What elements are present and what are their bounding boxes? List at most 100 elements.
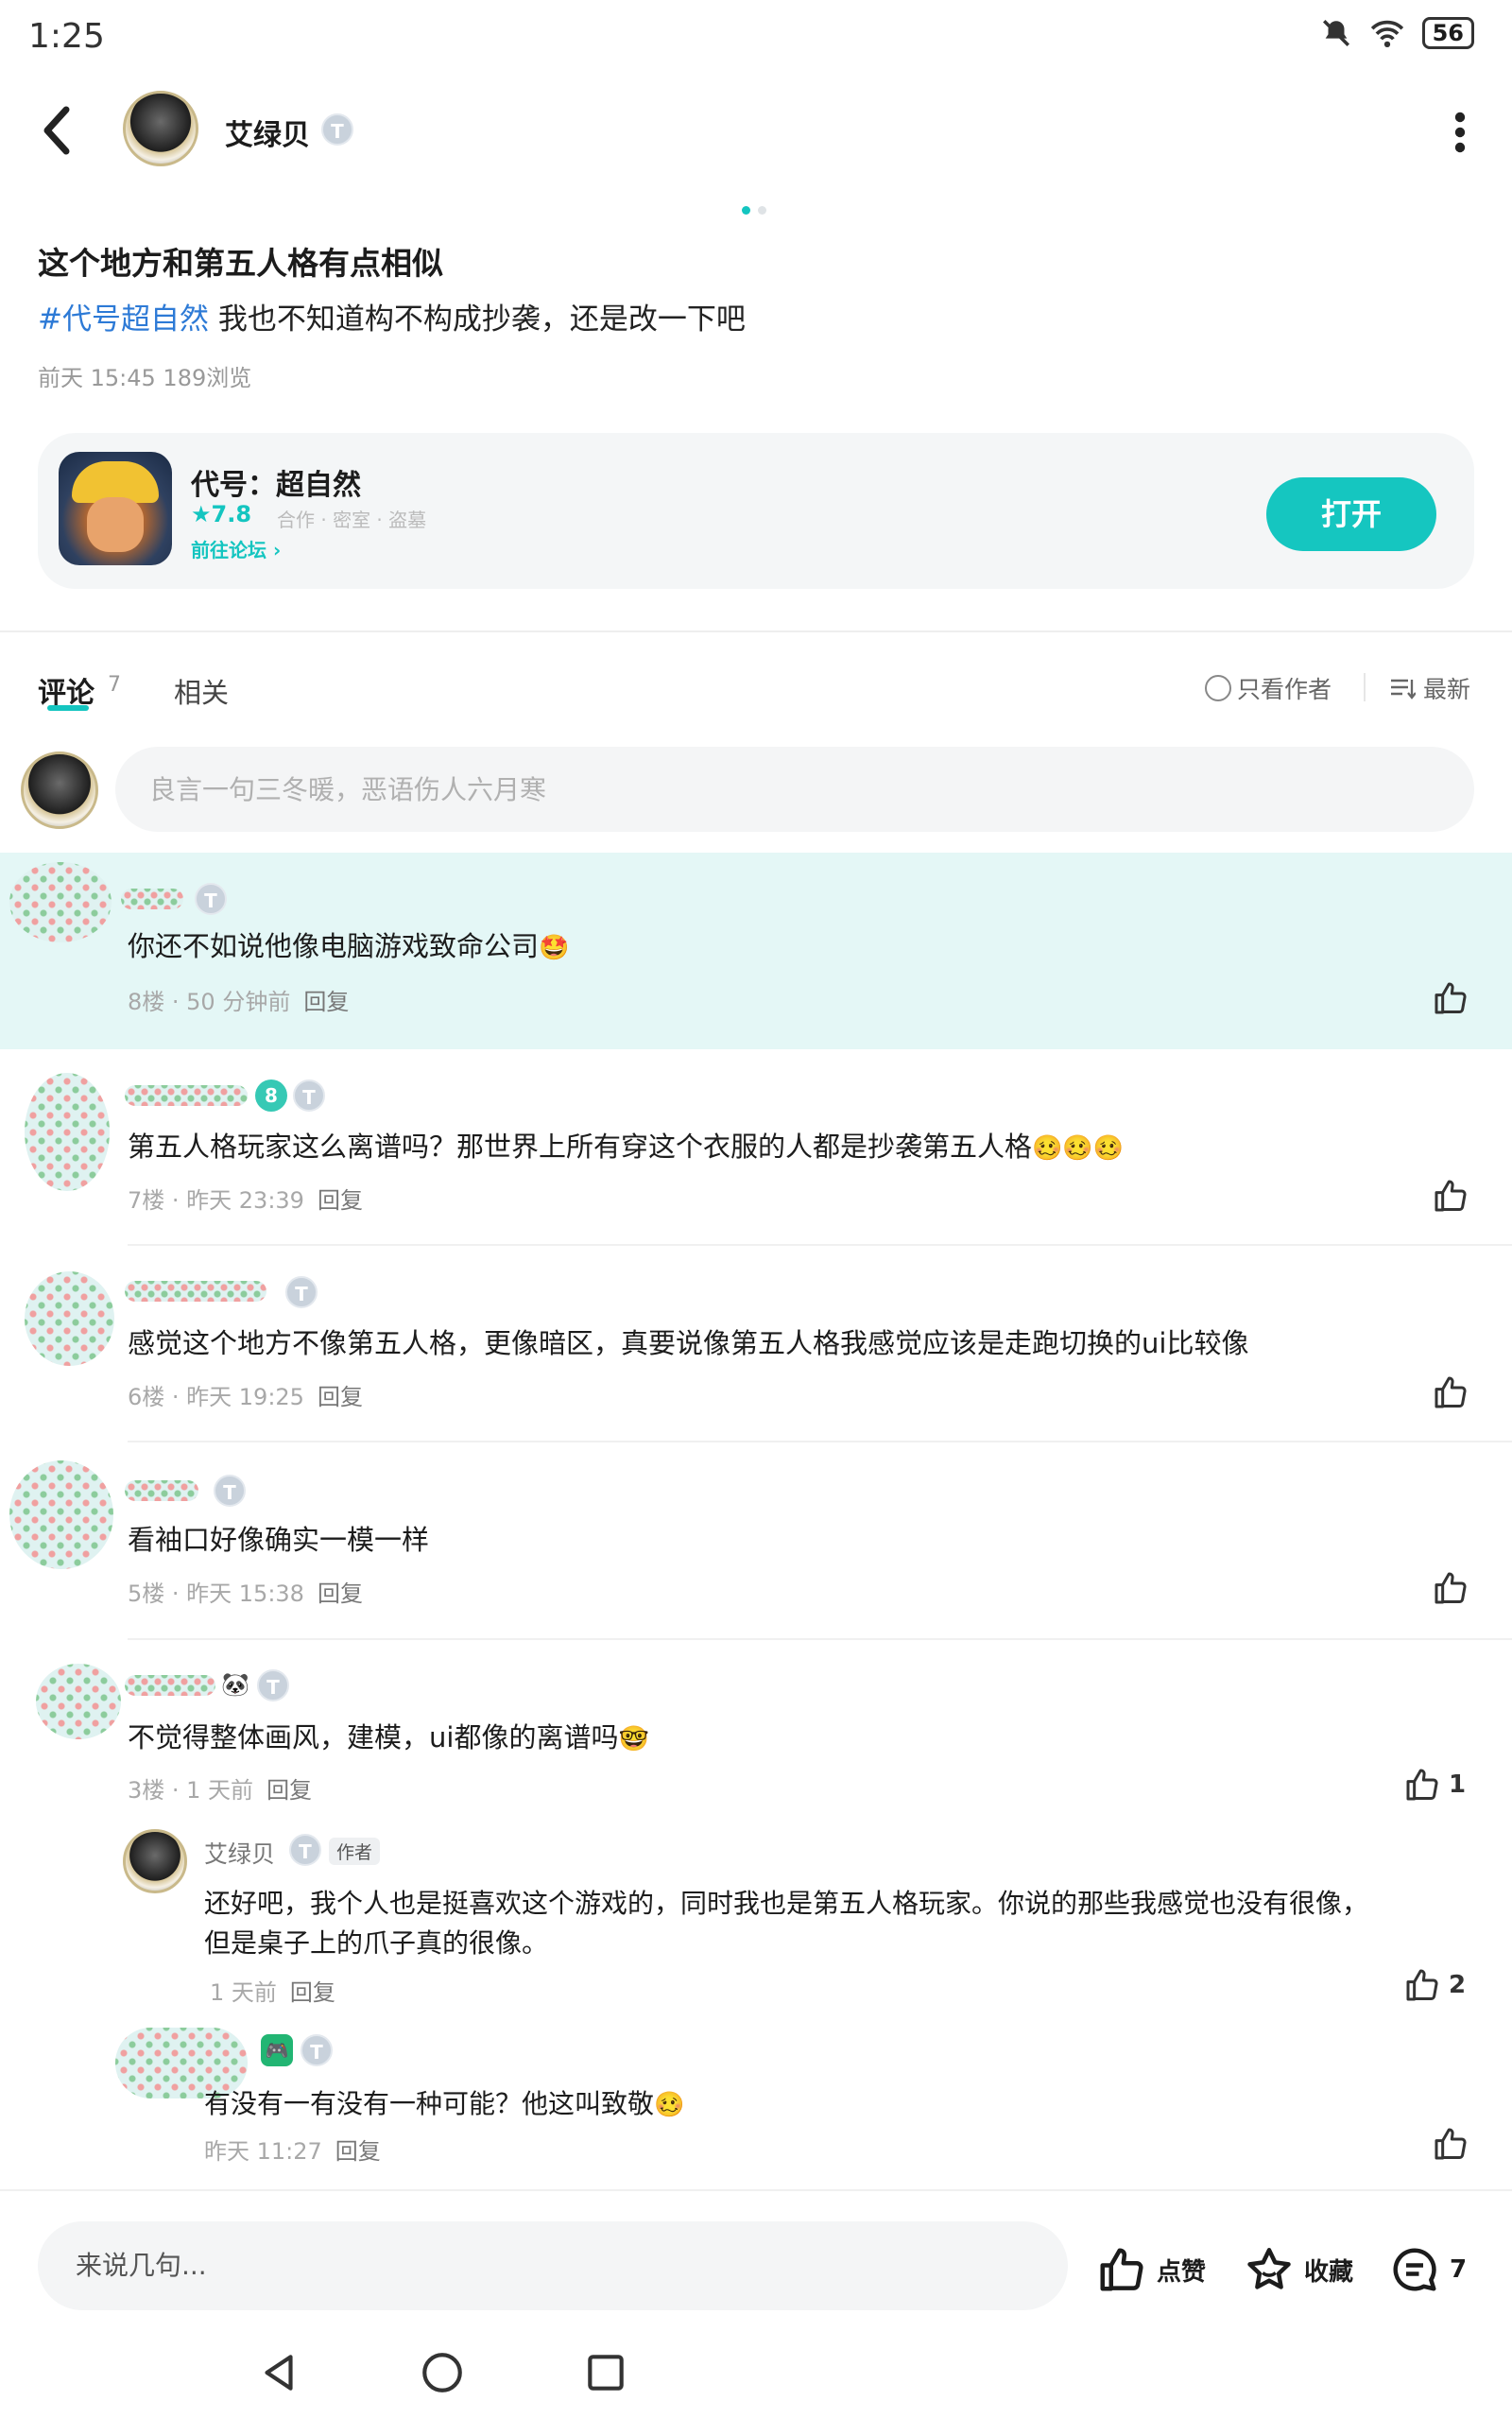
thumbs-up-icon [1435,1572,1467,1604]
post-title: 这个地方和第五人格有点相似 [38,245,443,282]
more-button[interactable] [1446,112,1474,153]
game-controller-icon: 🎮 [261,2034,293,2066]
emoji-badge-icon: 🐼 [221,1671,249,1698]
status-time: 1:25 [28,17,105,56]
post-meta: 前天 15:45 189浏览 [38,365,252,391]
chat-bubble-icon [1393,2248,1436,2291]
comment-username[interactable] [125,1480,198,1501]
comment-username[interactable] [125,1085,248,1106]
thumbs-up-icon [1435,2128,1467,2160]
author-avatar[interactable] [123,91,198,166]
like-button[interactable]: 2 [1403,1966,1466,2004]
game-tags: 合作 · 密室 · 盗墓 [277,509,427,531]
like-button[interactable] [1432,1177,1477,1215]
like-count: 2 [1449,1971,1467,1999]
only-author-toggle[interactable]: 只看作者 [1205,671,1332,705]
comment-avatar[interactable] [36,1664,121,1739]
thumbs-up-icon [1435,1376,1467,1408]
level-badge: T [321,113,353,146]
reply-button[interactable]: 回复 [303,989,349,1015]
reply-button[interactable]: 回复 [318,1580,363,1607]
comment-count: 7 [1450,2255,1468,2284]
game-icon[interactable] [59,452,172,565]
comment-input[interactable] [115,747,1474,832]
author-name[interactable]: 艾绿贝 [225,112,310,153]
circle-home-icon [422,2353,462,2392]
reply-button[interactable]: 回复 [318,1187,363,1214]
game-name: 代号：超自然 [191,469,361,502]
back-button[interactable] [38,102,85,159]
comment-avatar[interactable] [25,1073,110,1191]
wifi-icon [1370,20,1403,48]
level-badge: T [214,1475,246,1507]
mute-bell-icon [1322,19,1349,47]
like-post-button[interactable]: 点赞 [1096,2244,1206,2295]
status-icons: 56 [1320,17,1474,49]
like-button[interactable] [1432,1569,1477,1607]
chevron-left-icon [43,106,70,155]
comment-avatar[interactable] [25,1271,114,1366]
comment-text: 看袖口好像确实一模一样 [128,1524,430,1556]
like-button[interactable] [1432,1373,1477,1411]
reply-username[interactable]: 艾绿贝 [204,1836,275,1870]
comment-text: 不觉得整体画风，建模，ui都像的离谱吗🤓 [128,1721,649,1753]
open-game-button[interactable]: 打开 [1266,477,1436,551]
radio-icon [1205,675,1231,701]
comment-username[interactable] [121,889,183,909]
sort-button[interactable]: 最新 [1389,671,1470,705]
comment-meta: 6楼 · 昨天 19:25 回复 [128,1384,363,1410]
reply-button[interactable]: 回复 [266,1777,312,1804]
game-card[interactable] [38,433,1474,589]
nav-recents-button[interactable] [582,2349,629,2396]
reply-button[interactable]: 回复 [335,2138,381,2165]
bottom-comment-input[interactable]: 来说几句... [38,2221,1068,2310]
battery-indicator: 56 [1421,17,1474,49]
thumbs-up-icon [1435,982,1467,1014]
comment-avatar[interactable] [9,862,112,942]
comment-meta: 5楼 · 昨天 15:38 回复 [128,1580,363,1607]
thumbs-up-icon [1435,1180,1467,1212]
like-button[interactable] [1432,979,1477,1017]
reply-avatar[interactable] [123,1829,187,1893]
comment-username[interactable] [125,1281,266,1302]
author-tag: 作者 [329,1838,381,1865]
tab-related[interactable]: 相关 [174,671,229,711]
row-divider [128,1244,1512,1246]
thumbs-up-icon [1406,1969,1438,2001]
like-button[interactable] [1432,2125,1477,2163]
comment-text: 感觉这个地方不像第五人格，更像暗区，真要说像第五人格我感觉应该是走跑切换的ui比… [128,1327,1249,1359]
forum-link[interactable]: 前往论坛 › [191,535,281,562]
thumbs-up-icon [1100,2248,1143,2291]
comment-meta: 8楼 · 50 分钟前 回复 [128,989,350,1015]
sort-label: 最新 [1422,676,1470,703]
my-avatar [21,751,98,829]
star-icon [1247,2248,1291,2289]
comment-avatar[interactable] [9,1460,113,1569]
section-divider [0,630,1512,632]
favorite-button[interactable]: 收藏 [1244,2244,1353,2295]
comment-text: 第五人格玩家这么离谱吗？那世界上所有穿这个衣服的人都是抄袭第五人格🥴🥴🥴 [128,1131,1125,1163]
more-vertical-icon [1454,112,1466,153]
comments-count: 7 [108,673,121,697]
reply-meta: 1 天前 回复 [210,1979,335,2006]
fan-badge: 8 [255,1079,287,1112]
reply-button[interactable]: 回复 [318,1384,363,1410]
nav-back-button[interactable] [255,2349,302,2396]
hashtag-link[interactable]: #代号超自然 [38,302,209,337]
level-badge: T [195,883,227,915]
level-badge: T [285,1276,318,1308]
comment-username[interactable] [125,1675,215,1696]
level-badge: T [289,1834,321,1866]
sort-list-icon [1391,679,1417,699]
row-divider [128,1638,1512,1640]
reply-text-line2: 但是桌子上的爪子真的很像。 [204,1927,549,1959]
only-author-label: 只看作者 [1237,676,1332,703]
reply-button[interactable]: 回复 [290,1979,335,2006]
reply-meta: 昨天 11:27 回复 [204,2138,381,2165]
level-badge: T [257,1669,289,1701]
nav-home-button[interactable] [419,2349,466,2396]
square-recents-icon [588,2355,624,2391]
game-rating: ★7.8 [191,501,252,527]
comments-button[interactable]: 7 [1389,2244,1467,2295]
like-button[interactable]: 1 [1403,1766,1466,1804]
